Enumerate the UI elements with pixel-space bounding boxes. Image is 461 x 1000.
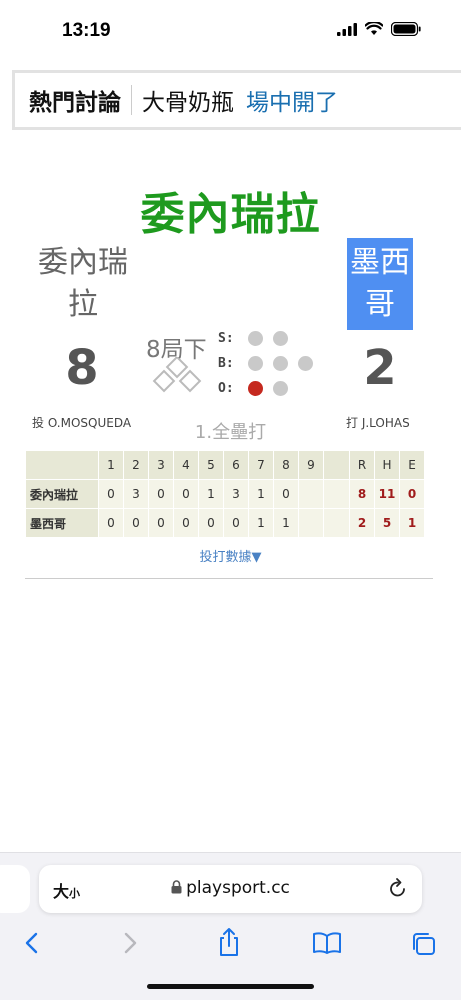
bases-diamond-icon <box>152 358 202 393</box>
inning-score: 1 <box>273 508 299 538</box>
topic-nav: 熱門討論 大骨奶瓶 場中開了 <box>12 70 461 130</box>
signal-icon <box>337 22 357 36</box>
inning-score: 1 <box>198 479 224 509</box>
share-icon[interactable] <box>216 927 242 957</box>
ball-dot <box>273 356 288 371</box>
inning-score: 0 <box>273 479 299 509</box>
errors-header: E <box>399 450 425 480</box>
nav-link-topic[interactable]: 大骨奶瓶 <box>142 83 234 117</box>
away-team-name: 委內瑞拉 <box>38 245 128 322</box>
strikes-label: S: <box>218 331 234 346</box>
battery-icon <box>391 22 421 36</box>
ball-dot <box>248 356 263 371</box>
home-team-name: 墨西哥 <box>347 238 413 330</box>
linescore-row-away: 委內瑞拉 0 3 0 0 1 3 1 0 8 11 0 <box>25 479 425 509</box>
inning-header: 3 <box>148 450 174 480</box>
inning-score: 0 <box>123 508 149 538</box>
inning-score: 1 <box>248 508 274 538</box>
pitching-batting-stats-link[interactable]: 投打數據▼ <box>0 546 461 565</box>
forward-icon[interactable] <box>120 931 140 955</box>
hits-header: H <box>374 450 400 480</box>
runs-total: 8 <box>349 479 375 509</box>
back-icon[interactable] <box>22 931 42 955</box>
inning-header: 8 <box>273 450 299 480</box>
strike-dot <box>273 331 288 346</box>
tabs-icon[interactable] <box>410 931 438 957</box>
inning-score: 0 <box>148 508 174 538</box>
inning-score <box>298 479 324 509</box>
inning-score: 0 <box>98 508 124 538</box>
inning-score: 0 <box>148 479 174 509</box>
address-bar[interactable]: 大小 playsport.cc <box>39 865 422 913</box>
status-time: 13:19 <box>62 20 111 41</box>
inning-score: 1 <box>248 479 274 509</box>
errors-total: 1 <box>399 508 425 538</box>
status-bar: 13:19 <box>0 0 461 60</box>
hits-total: 11 <box>374 479 400 509</box>
linescore-team: 委內瑞拉 <box>25 479 99 509</box>
nav-divider <box>131 85 132 115</box>
previous-tab-peek[interactable] <box>0 865 30 913</box>
browser-toolbar: 大小 playsport.cc <box>0 852 461 1000</box>
outs-label: O: <box>218 381 234 396</box>
nav-link-live[interactable]: 場中開了 <box>246 83 338 117</box>
inning-score: 0 <box>173 479 199 509</box>
linescore-header-row: 1 2 3 4 5 6 7 8 9 R H E <box>25 450 425 480</box>
out-dot <box>273 381 288 396</box>
runs-header: R <box>349 450 375 480</box>
away-score: 8 <box>65 340 99 396</box>
reload-icon[interactable] <box>388 877 408 899</box>
inning-header: 6 <box>223 450 249 480</box>
nav-title[interactable]: 熱門討論 <box>29 83 121 117</box>
bookmarks-icon[interactable] <box>312 931 342 955</box>
strike-dot <box>248 331 263 346</box>
linescore-gap <box>323 450 350 480</box>
inning-header: 2 <box>123 450 149 480</box>
linescore-team: 墨西哥 <box>25 508 99 538</box>
wifi-icon <box>365 22 383 35</box>
inning-score: 3 <box>223 479 249 509</box>
inning-score: 0 <box>98 479 124 509</box>
last-play: 1.全壘打 <box>194 422 267 443</box>
linescore-row-home: 墨西哥 0 0 0 0 0 0 1 1 2 5 1 <box>25 508 425 538</box>
inning-header: 4 <box>173 450 199 480</box>
linescore-gap <box>323 508 350 538</box>
inning-score: 0 <box>223 508 249 538</box>
hits-total: 5 <box>374 508 400 538</box>
lock-icon <box>171 880 182 894</box>
url-display[interactable]: playsport.cc <box>39 878 422 898</box>
inning-score: 3 <box>123 479 149 509</box>
game-title: 委內瑞拉 <box>140 189 321 240</box>
linescore-table: 1 2 3 4 5 6 7 8 9 R H E 委內瑞拉 0 3 0 0 1 3… <box>25 450 425 538</box>
inning-header: 9 <box>298 450 324 480</box>
linescore-header-team <box>25 450 99 480</box>
inning-score: 0 <box>198 508 224 538</box>
runs-total: 2 <box>349 508 375 538</box>
status-icons <box>337 22 421 36</box>
section-divider <box>25 578 433 579</box>
inning-header: 1 <box>98 450 124 480</box>
balls-label: B: <box>218 356 234 371</box>
linescore-gap <box>323 479 350 509</box>
inning-score: 0 <box>173 508 199 538</box>
inning-header: 7 <box>248 450 274 480</box>
url-text: playsport.cc <box>186 878 290 898</box>
home-score: 2 <box>363 340 397 396</box>
inning-score <box>298 508 324 538</box>
inning-header: 5 <box>198 450 224 480</box>
errors-total: 0 <box>399 479 425 509</box>
ball-dot <box>298 356 313 371</box>
home-indicator <box>147 984 314 989</box>
out-dot <box>248 381 263 396</box>
